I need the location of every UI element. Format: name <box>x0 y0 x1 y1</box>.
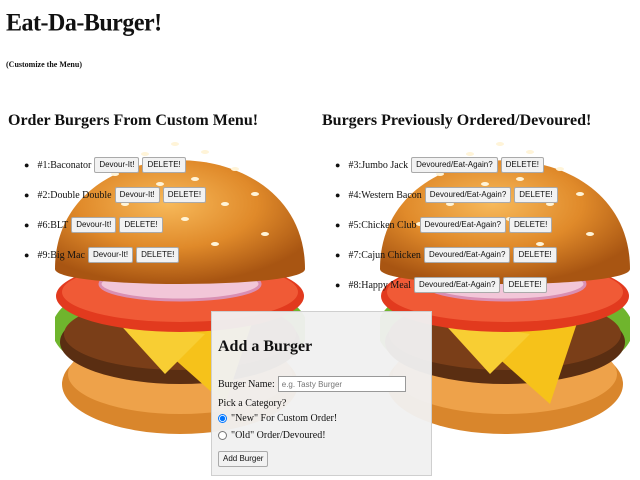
old-radio-label: "Old" Order/Devoured! <box>231 430 326 441</box>
page-subtitle: (Customize the Menu) <box>6 60 82 69</box>
bullet-icon: ● <box>24 220 30 230</box>
delete-button[interactable]: DELETE! <box>500 157 544 173</box>
eat-again-button[interactable]: Devoured/Eat-Again? <box>413 277 501 293</box>
eat-again-button[interactable]: Devoured/Eat-Again? <box>419 217 506 233</box>
list-item: ● #3:Jumbo Jack Devoured/Eat-Again? DELE… <box>335 150 558 180</box>
burger-name-row: Burger Name: <box>218 376 406 392</box>
burger-name: #5:Chicken Club <box>348 219 417 231</box>
delete-button[interactable]: DELETE! <box>162 187 207 203</box>
old-radio[interactable] <box>218 431 227 440</box>
devour-button[interactable]: Devour-It! <box>94 157 140 173</box>
list-item: ● #2:Double Double Devour-It! DELETE! <box>24 180 207 210</box>
category-option-old: "Old" Order/Devoured! <box>218 430 326 441</box>
list-item: ● #4:Western Bacon Devoured/Eat-Again? D… <box>335 180 558 210</box>
delete-button[interactable]: DELETE! <box>509 217 553 233</box>
category-label: Pick a Category? <box>218 398 287 409</box>
order-section-title: Order Burgers From Custom Menu! <box>8 112 259 129</box>
order-burger-list: ● #1:Baconator Devour-It! DELETE! ● #2:D… <box>24 150 207 270</box>
burger-name: #4:Western Bacon <box>348 189 422 201</box>
devour-button[interactable]: Devour-It! <box>71 217 117 233</box>
bullet-icon: ● <box>335 280 341 290</box>
add-burger-button[interactable]: Add Burger <box>218 451 269 467</box>
burger-name: #9:Big Mac <box>37 249 85 261</box>
page-title: Eat-Da-Burger! <box>6 9 162 37</box>
bullet-icon: ● <box>24 250 30 260</box>
devoured-burger-list: ● #3:Jumbo Jack Devoured/Eat-Again? DELE… <box>335 150 558 300</box>
list-item: ● #7:Cajun Chicken Devoured/Eat-Again? D… <box>335 240 558 270</box>
delete-button[interactable]: DELETE! <box>503 277 547 293</box>
bullet-icon: ● <box>24 160 30 170</box>
devour-button[interactable]: Devour-It! <box>87 247 134 263</box>
bullet-icon: ● <box>335 160 341 170</box>
burger-name: #7:Cajun Chicken <box>348 249 421 261</box>
eat-again-button[interactable]: Devoured/Eat-Again? <box>423 247 511 263</box>
delete-button[interactable]: DELETE! <box>136 247 180 263</box>
eat-again-button[interactable]: Devoured/Eat-Again? <box>424 187 512 203</box>
list-item: ● #6:BLT Devour-It! DELETE! <box>24 210 206 240</box>
burger-name: #2:Double Double <box>37 189 112 201</box>
list-item: ● #9:Big Mac Devour-It! DELETE! <box>24 240 206 270</box>
list-item: ● #5:Chicken Club Devoured/Eat-Again? DE… <box>335 210 558 240</box>
delete-button[interactable]: DELETE! <box>142 157 186 173</box>
burger-name-input[interactable] <box>277 376 406 392</box>
bullet-icon: ● <box>335 190 341 200</box>
add-burger-title: Add a Burger <box>218 338 313 355</box>
delete-button[interactable]: DELETE! <box>119 217 163 233</box>
bullet-icon: ● <box>335 220 341 230</box>
new-radio[interactable] <box>218 414 227 423</box>
burger-name: #8:Happy Meal <box>348 279 411 291</box>
add-burger-panel: Add a Burger Burger Name: Pick a Categor… <box>211 311 432 476</box>
burger-name-label: Burger Name: <box>218 378 275 390</box>
burger-name: #6:BLT <box>37 219 69 231</box>
list-item: ● #8:Happy Meal Devoured/Eat-Again? DELE… <box>335 270 558 300</box>
bullet-icon: ● <box>24 190 30 200</box>
new-radio-label: "New" For Custom Order! <box>231 413 338 424</box>
burger-name: #3:Jumbo Jack <box>348 159 409 171</box>
devour-button[interactable]: Devour-It! <box>114 187 160 203</box>
delete-button[interactable]: DELETE! <box>513 247 557 263</box>
burger-name: #1:Baconator <box>37 159 92 171</box>
devoured-section-title: Burgers Previously Ordered/Devoured! <box>322 112 592 129</box>
category-option-new: "New" For Custom Order! <box>218 413 337 424</box>
list-item: ● #1:Baconator Devour-It! DELETE! <box>24 150 206 180</box>
eat-again-button[interactable]: Devoured/Eat-Again? <box>411 157 498 173</box>
delete-button[interactable]: DELETE! <box>514 187 558 203</box>
bullet-icon: ● <box>335 250 341 260</box>
